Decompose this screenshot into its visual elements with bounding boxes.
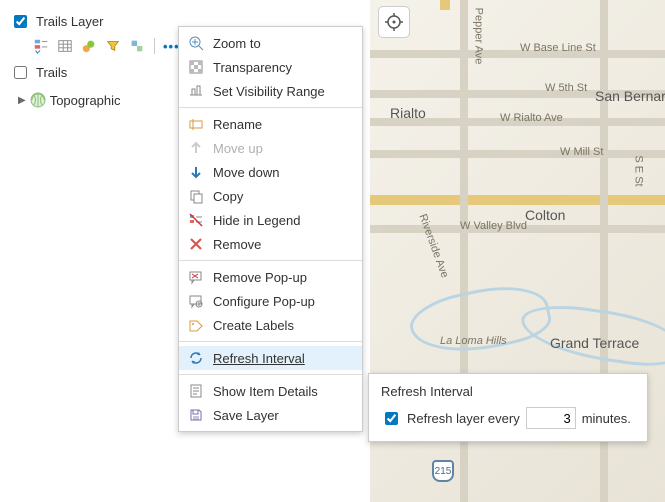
map-street-label: W Valley Blvd [460, 220, 527, 232]
rename-icon [187, 115, 205, 133]
remove-icon [187, 235, 205, 253]
locate-icon [384, 12, 404, 32]
menu-rename[interactable]: Rename [179, 112, 362, 136]
menu-zoom-to[interactable]: Zoom to [179, 31, 362, 55]
menu-move-up: Move up [179, 136, 362, 160]
refresh-unit: minutes. [582, 411, 631, 426]
locate-button[interactable] [378, 6, 410, 38]
map-city-label: San Bernardino [595, 88, 665, 104]
legend-icon[interactable] [32, 37, 50, 55]
layer-context-menu: Zoom to Transparency Set Visibility Rang… [178, 26, 363, 432]
analysis-icon[interactable] [128, 37, 146, 55]
layer-checkbox[interactable] [14, 66, 27, 79]
filter-icon[interactable] [104, 37, 122, 55]
visibility-icon [187, 82, 205, 100]
basemap-label: Topographic [50, 93, 121, 108]
toolbar-separator [154, 38, 155, 54]
refresh-value-input[interactable] [526, 407, 576, 429]
expand-icon[interactable]: ▶ [18, 95, 26, 106]
menu-remove[interactable]: Remove [179, 232, 362, 256]
map-street-label: Pepper Ave [472, 8, 484, 65]
arrow-down-icon [187, 163, 205, 181]
configure-popup-icon [187, 292, 205, 310]
map-street-label: S E St [633, 155, 645, 186]
save-icon [187, 406, 205, 424]
arrow-up-icon [187, 139, 205, 157]
map-city-label: Colton [525, 207, 565, 223]
menu-visibility-range[interactable]: Set Visibility Range [179, 79, 362, 103]
style-icon[interactable] [80, 37, 98, 55]
labels-icon [187, 316, 205, 334]
menu-copy[interactable]: Copy [179, 184, 362, 208]
table-icon[interactable] [56, 37, 74, 55]
copy-icon [187, 187, 205, 205]
layer-label: Trails Layer [36, 14, 103, 29]
menu-configure-popup[interactable]: Configure Pop-up [179, 289, 362, 313]
map-street-label: W 5th St [545, 82, 587, 94]
menu-show-details[interactable]: Show Item Details [179, 379, 362, 403]
globe-icon [30, 92, 46, 108]
menu-create-labels[interactable]: Create Labels [179, 313, 362, 337]
menu-transparency[interactable]: Transparency [179, 55, 362, 79]
layer-checkbox[interactable] [14, 15, 27, 28]
menu-refresh-interval[interactable]: Refresh Interval [179, 346, 362, 370]
highway-shield-icon: 215 [432, 460, 454, 482]
menu-move-down[interactable]: Move down [179, 160, 362, 184]
hide-legend-icon [187, 211, 205, 229]
map-street-label: W Base Line St [520, 42, 596, 54]
layer-label: Trails [36, 65, 67, 80]
map-city-label: Grand Terrace [550, 335, 639, 351]
menu-remove-popup[interactable]: Remove Pop-up [179, 265, 362, 289]
map-area-label: La Loma Hills [440, 335, 500, 347]
remove-popup-icon [187, 268, 205, 286]
map-street-label: W Rialto Ave [500, 112, 563, 124]
zoom-icon [187, 34, 205, 52]
refresh-interval-popup: Refresh Interval Refresh layer every min… [368, 373, 648, 442]
refresh-icon [187, 349, 205, 367]
transparency-icon [187, 58, 205, 76]
details-icon [187, 382, 205, 400]
menu-save-layer[interactable]: Save Layer [179, 403, 362, 427]
map-city-label: Rialto [390, 105, 426, 121]
refresh-checkbox[interactable] [385, 412, 398, 425]
refresh-label: Refresh layer every [407, 411, 520, 426]
map-street-label: W Mill St [560, 146, 603, 158]
refresh-title: Refresh Interval [381, 384, 635, 399]
menu-hide-legend[interactable]: Hide in Legend [179, 208, 362, 232]
